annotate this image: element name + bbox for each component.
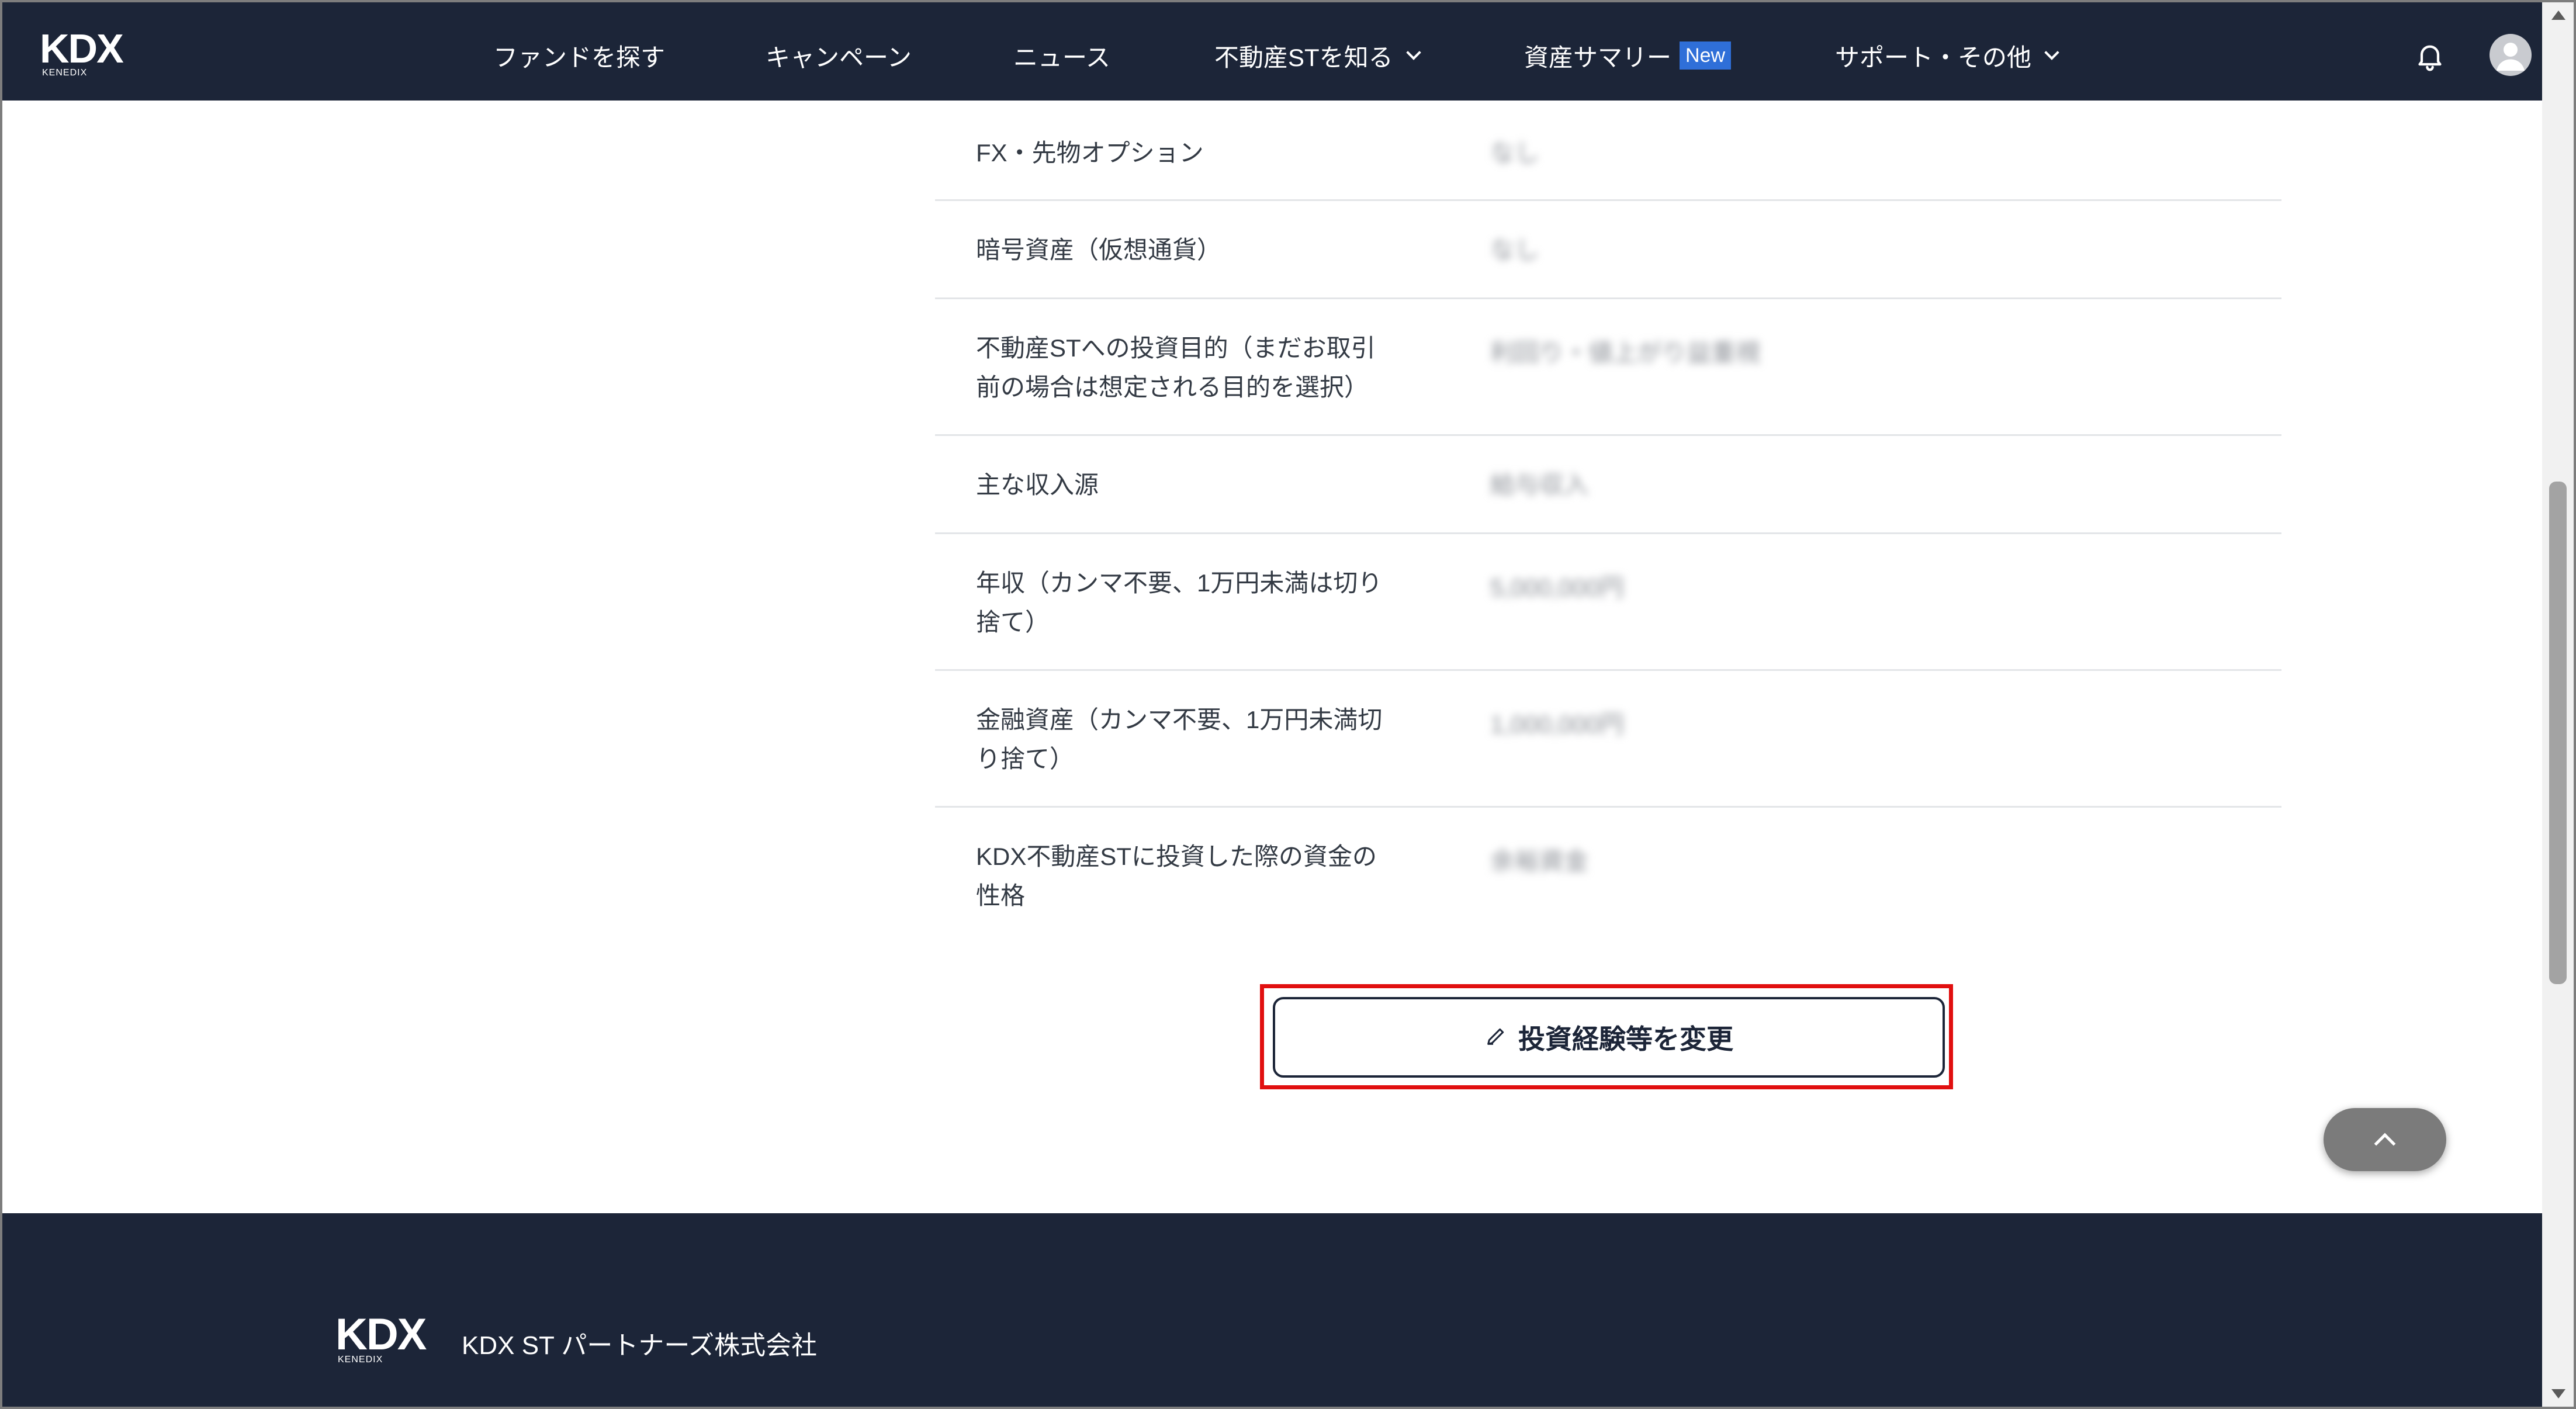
row-label: 主な収入源 xyxy=(976,471,1099,498)
footer-logo-wordmark: KDX xyxy=(335,1310,427,1359)
row-value: 給与収入 xyxy=(1490,471,1589,498)
table-row: 暗号資産（仮想通貨） なし xyxy=(935,201,2281,299)
notification-bell-icon[interactable] xyxy=(2414,40,2446,72)
footer-logo-subtext: KENEDIX xyxy=(338,1355,383,1365)
table-row: 金融資産（カンマ不要、1万円未満切り捨て） 1,000,000円 xyxy=(935,671,2281,808)
user-avatar-icon[interactable] xyxy=(2490,34,2532,76)
table-row: 年収（カンマ不要、1万円未満は切り捨て） 5,000,000円 xyxy=(935,534,2281,671)
footer-company-name: KDX ST パートナーズ株式会社 xyxy=(462,1331,818,1360)
nav-learn-real-estate-st[interactable]: 不動産STを知る xyxy=(1214,35,1421,76)
nav-find-funds[interactable]: ファンドを探す xyxy=(493,35,665,76)
nav-label: 資産サマリー xyxy=(1524,43,1672,71)
edit-investment-experience-button[interactable]: 投資経験等を変更 xyxy=(1273,997,1945,1078)
new-badge: New xyxy=(1680,41,1732,70)
row-value: なし xyxy=(1490,139,1540,167)
row-value: なし xyxy=(1490,236,1540,264)
chevron-down-icon xyxy=(2044,45,2059,60)
nav-news[interactable]: ニュース xyxy=(1013,35,1110,76)
pencil-icon xyxy=(1484,1024,1508,1051)
chevron-down-icon xyxy=(1405,45,1421,60)
vertical-scrollbar[interactable] xyxy=(2542,2,2574,1407)
site-header: KDX KENEDIX ファンドを探す キャンペーン ニュース 不動産STを知る… xyxy=(2,2,2542,101)
kdx-logo[interactable]: KDX KENEDIX xyxy=(40,26,145,78)
logo-wordmark: KDX xyxy=(40,26,124,71)
nav-campaign[interactable]: キャンペーン xyxy=(766,35,912,76)
table-row: KDX不動産STに投資した際の資金の性格 余裕資金 xyxy=(935,808,2281,944)
table-row: 主な収入源 給与収入 xyxy=(935,436,2281,534)
row-value: 余裕資金 xyxy=(1490,847,1589,875)
investment-experience-table: FX・先物オプション なし 暗号資産（仮想通貨） なし 不動産STへの投資目的（… xyxy=(935,101,2281,944)
row-label: 暗号資産（仮想通貨） xyxy=(976,236,1222,264)
scrollbar-thumb[interactable] xyxy=(2549,482,2567,984)
back-to-top-button[interactable] xyxy=(2324,1108,2446,1171)
logo-subtext: KENEDIX xyxy=(42,68,88,78)
nav-label: キャンペーン xyxy=(766,43,912,71)
edit-button-label: 投資経験等を変更 xyxy=(1518,1024,1733,1054)
nav-label: ファンドを探す xyxy=(493,43,666,71)
row-value: 利回り・値上がり益重視 xyxy=(1490,339,1761,366)
chevron-up-icon xyxy=(2374,1133,2396,1155)
table-row: FX・先物オプション なし xyxy=(935,101,2281,201)
nav-label: 不動産STを知る xyxy=(1214,43,1393,71)
table-row: 不動産STへの投資目的（まだお取引前の場合は想定される目的を選択） 利回り・値上… xyxy=(935,299,2281,436)
nav-label: サポート・その他 xyxy=(1835,43,2032,71)
nav-asset-summary[interactable]: 資産サマリー New xyxy=(1524,35,1732,76)
nav-label: ニュース xyxy=(1013,43,1110,71)
scroll-up-arrow-icon[interactable] xyxy=(2551,11,2565,20)
site-footer: KDX KENEDIX KDX ST パートナーズ株式会社 xyxy=(2,1213,2542,1407)
row-label: 年収（カンマ不要、1万円未満は切り捨て） xyxy=(976,569,1383,636)
row-label: 不動産STへの投資目的（まだお取引前の場合は想定される目的を選択） xyxy=(976,334,1376,401)
scroll-down-arrow-icon[interactable] xyxy=(2551,1389,2565,1398)
row-label: KDX不動産STに投資した際の資金の性格 xyxy=(976,843,1377,909)
nav-support-other[interactable]: サポート・その他 xyxy=(1835,35,2059,76)
row-value: 5,000,000円 xyxy=(1490,574,1624,601)
row-label: 金融資産（カンマ不要、1万円未満切り捨て） xyxy=(976,706,1383,773)
row-value: 1,000,000円 xyxy=(1490,711,1624,738)
row-label: FX・先物オプション xyxy=(976,139,1204,167)
